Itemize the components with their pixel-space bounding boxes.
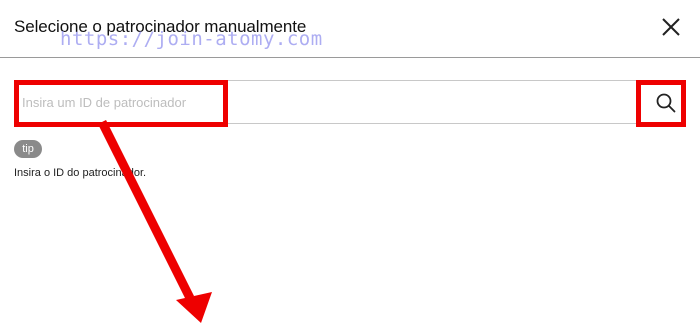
watermark-text: https://join-atomy.com — [60, 28, 323, 50]
input-highlight-box — [14, 80, 228, 127]
tip-badge: tip — [14, 140, 42, 158]
close-icon[interactable] — [660, 16, 682, 38]
search-button-highlight-box — [636, 80, 686, 127]
dialog-header: Selecione o patrocinador manualmente htt… — [0, 0, 700, 58]
tip-text: Insira o ID do patrocinador. — [14, 167, 147, 179]
